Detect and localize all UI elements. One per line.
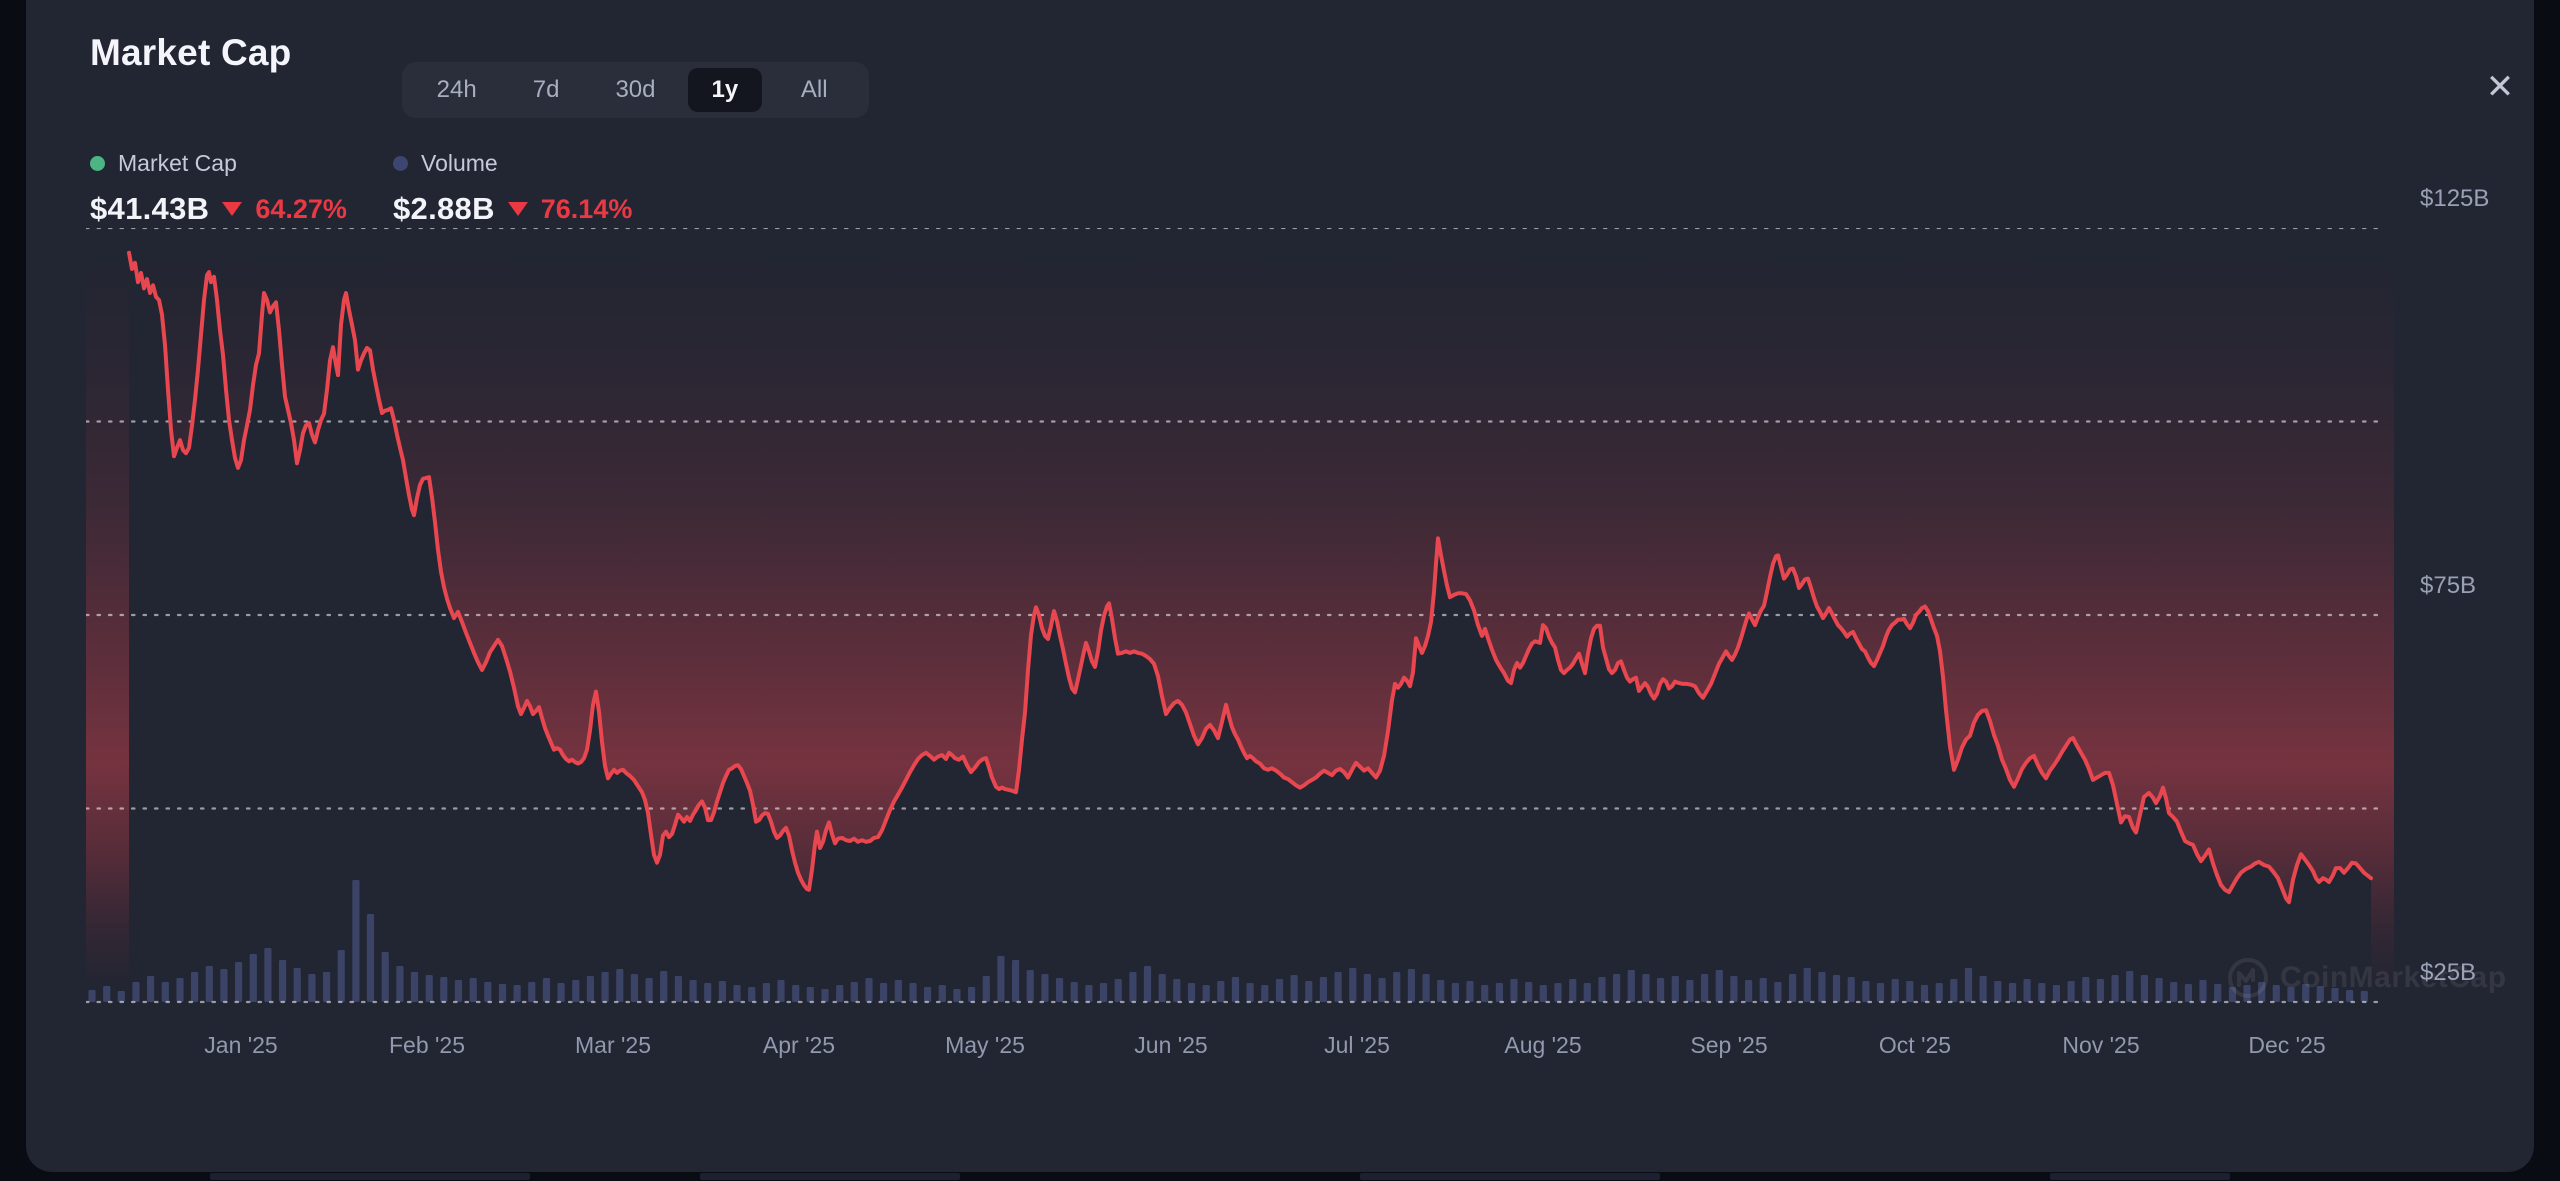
market-cap-value: $41.43B — [90, 191, 210, 226]
tab-all[interactable]: All — [777, 68, 851, 112]
time-range-tab-group: 24h 7d 30d 1y All — [402, 62, 869, 118]
tab-24h[interactable]: 24h — [420, 68, 494, 112]
x-axis-tick: Oct '25 — [1878, 1032, 1952, 1058]
watermark-text: CoinMarketCap — [2280, 961, 2507, 994]
x-axis-tick: Mar '25 — [575, 1032, 651, 1058]
tab-30d[interactable]: 30d — [598, 68, 672, 112]
background-fragment — [1360, 1173, 1660, 1180]
volume-value: $2.88B — [393, 191, 495, 226]
market-cap-dot-icon — [90, 156, 105, 171]
x-axis-tick: Jun '25 — [1134, 1032, 1208, 1058]
x-axis-tick: Apr '25 — [762, 1032, 836, 1058]
market-cap-chart — [86, 228, 2380, 1004]
x-axis-tick: Dec '25 — [2248, 1032, 2326, 1058]
legend-label: Market Cap — [118, 150, 237, 176]
background-fragment — [2050, 1173, 2230, 1180]
page-title: Market Cap — [90, 32, 292, 73]
watermark: CoinMarketCap — [2226, 956, 2507, 1000]
volume-change: 76.14% — [540, 193, 633, 224]
tab-7d[interactable]: 7d — [509, 68, 583, 112]
tab-1y[interactable]: 1y — [687, 68, 762, 112]
chart-plot-area[interactable] — [86, 228, 2394, 1010]
close-icon[interactable]: ✕ — [2478, 65, 2522, 109]
legend-volume: Volume $2.88B 76.14% — [393, 150, 632, 227]
screen: Market Cap 24h 7d 30d 1y All ✕ Market Ca… — [0, 0, 2560, 1181]
y-axis-tick: $75B — [2420, 572, 2477, 599]
down-arrow-icon — [222, 202, 243, 216]
x-axis-tick: Nov '25 — [2062, 1032, 2140, 1058]
chart-modal: Market Cap 24h 7d 30d 1y All ✕ Market Ca… — [26, 0, 2534, 1172]
legend-market-cap: Market Cap $41.43B 64.27% — [90, 150, 347, 227]
x-axis-tick: Aug '25 — [1504, 1032, 1582, 1058]
legend-label: Volume — [421, 150, 498, 176]
down-arrow-icon — [507, 202, 528, 216]
x-axis-tick: Jul '25 — [1324, 1032, 1390, 1058]
background-fragment — [210, 1173, 530, 1180]
market-cap-change: 64.27% — [255, 193, 347, 224]
x-axis-tick: Jan '25 — [204, 1032, 278, 1058]
x-axis-tick: May '25 — [945, 1032, 1025, 1058]
y-axis-tick: $125B — [2420, 185, 2490, 212]
x-axis-tick: Sep '25 — [1690, 1032, 1768, 1058]
coinmarketcap-logo-icon — [2228, 958, 2268, 998]
x-axis-tick: Feb '25 — [389, 1032, 465, 1058]
background-fragment — [700, 1173, 960, 1180]
volume-dot-icon — [393, 156, 408, 171]
background-page-sliver — [0, 1171, 2560, 1181]
